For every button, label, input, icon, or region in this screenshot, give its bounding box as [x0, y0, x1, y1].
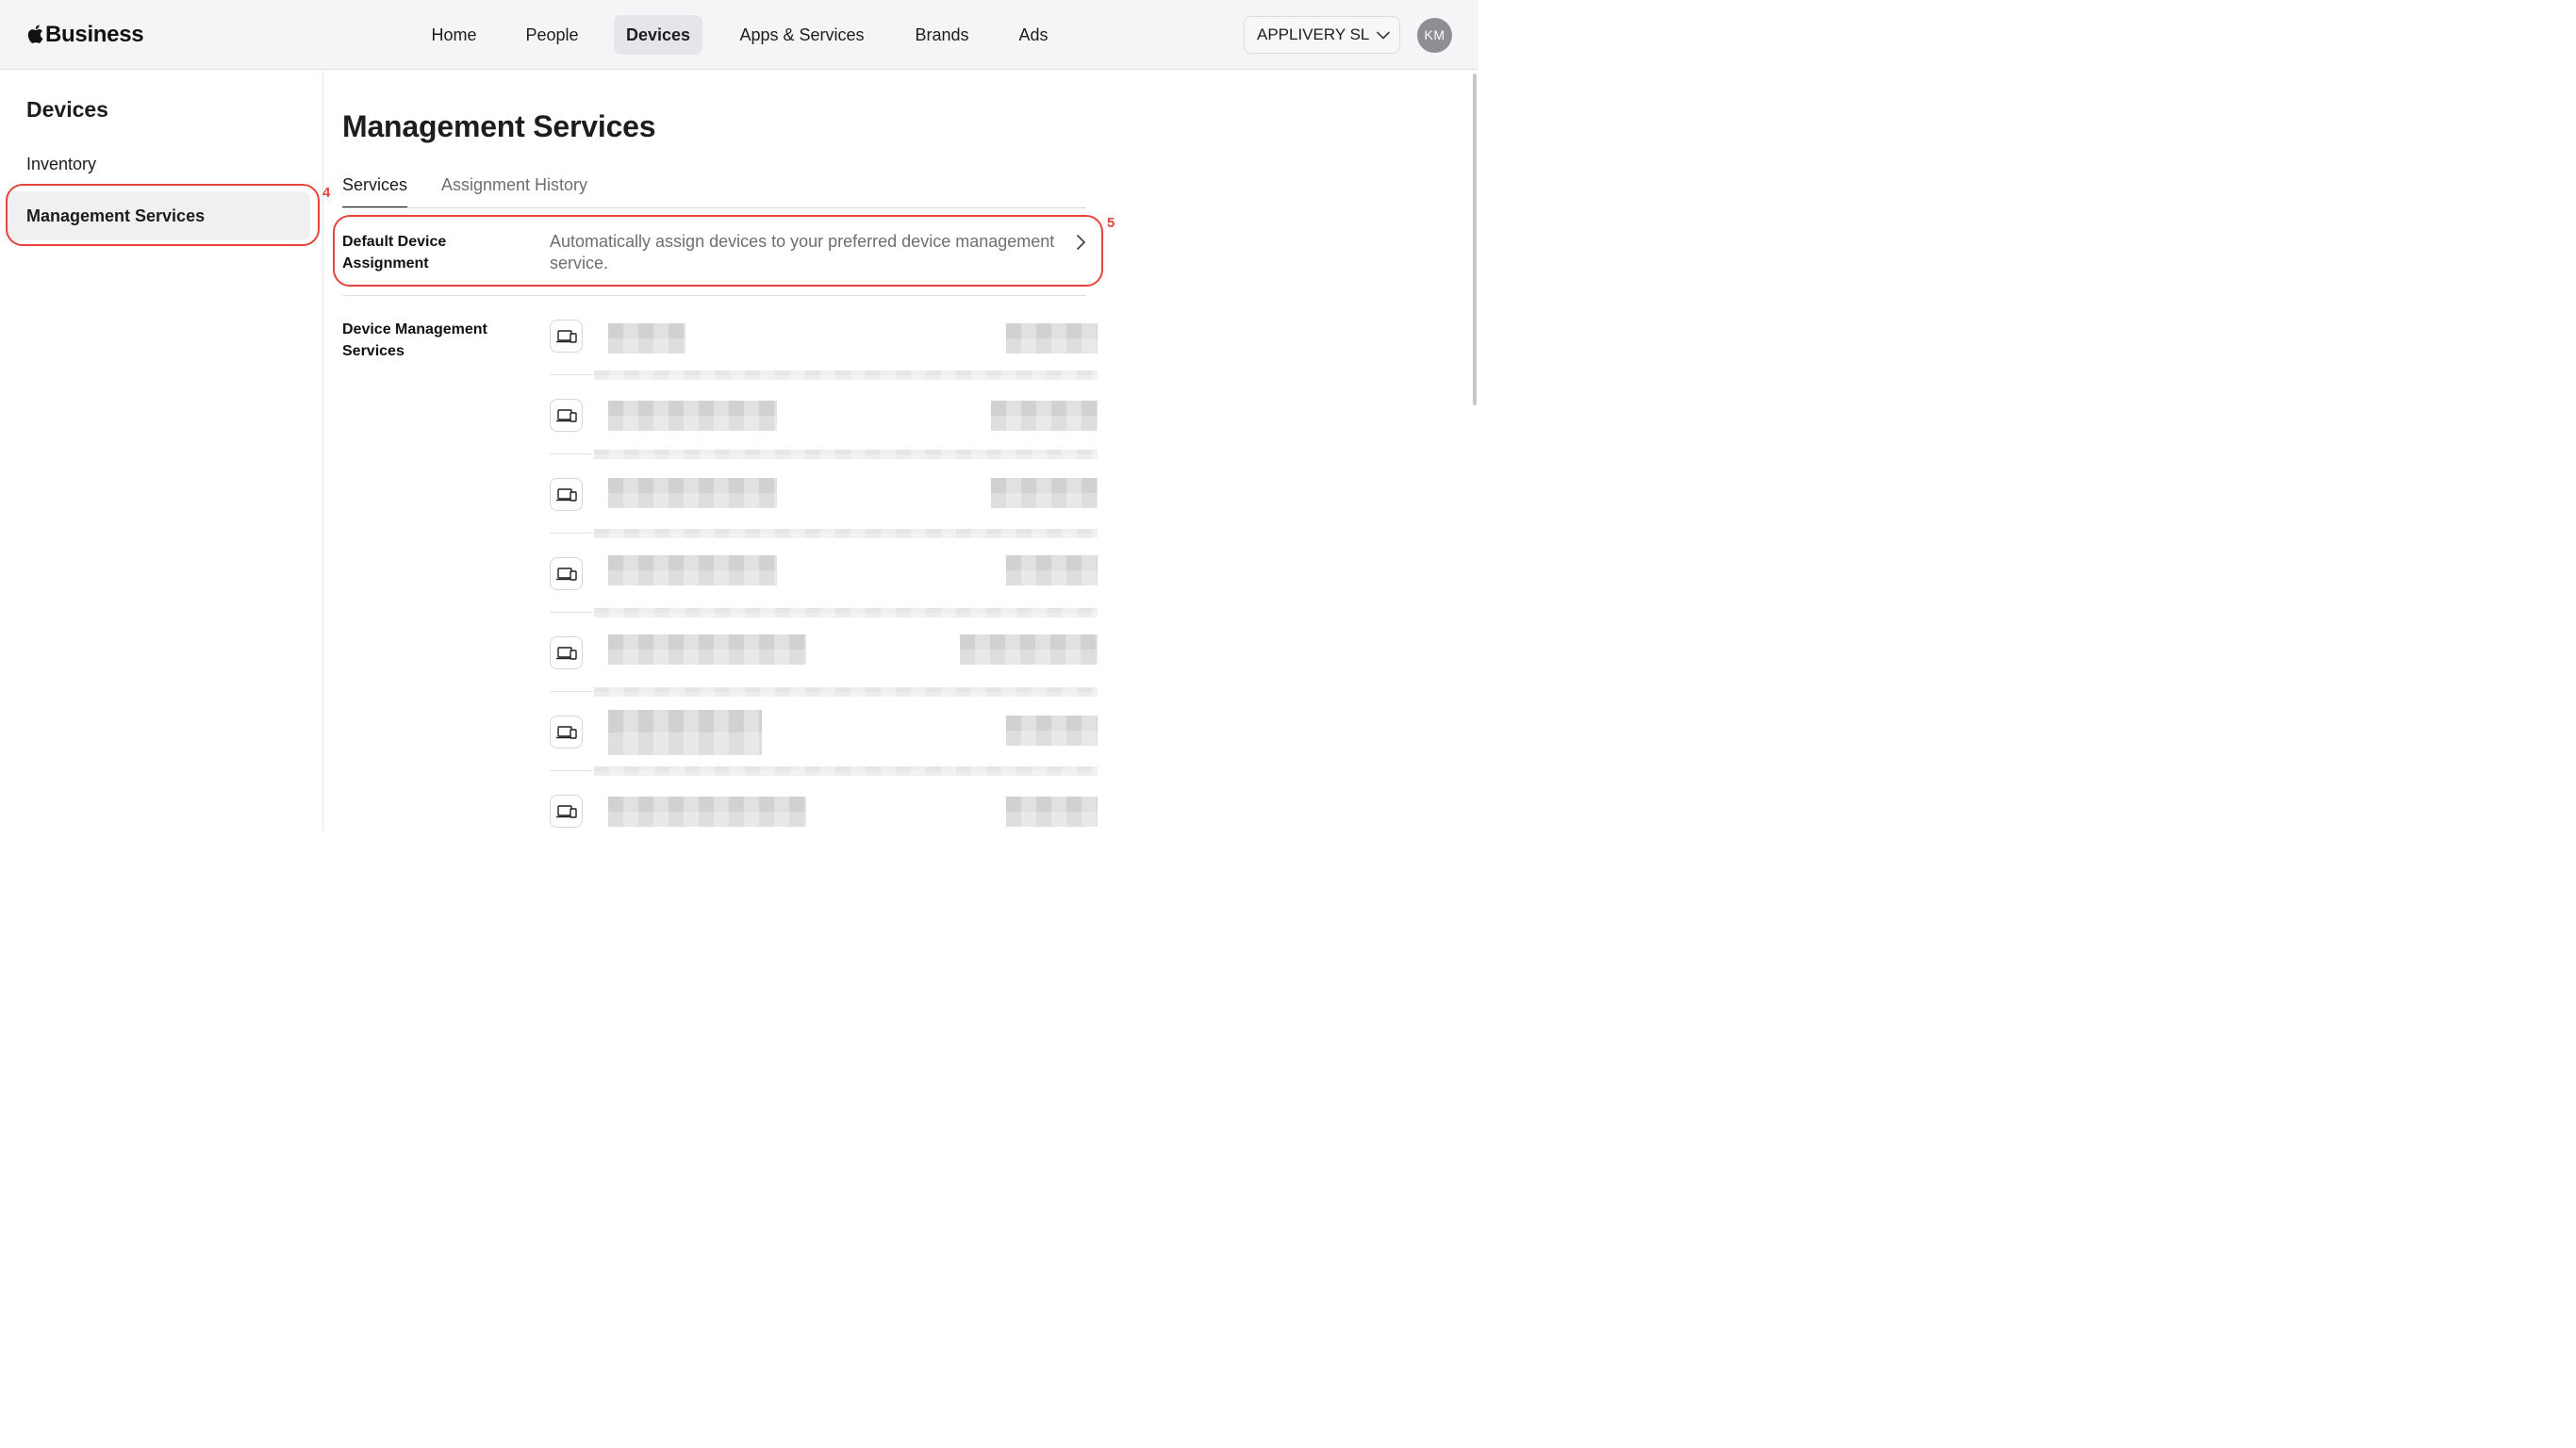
nav-people[interactable]: People — [513, 15, 591, 55]
default-device-assignment-description: Automatically assign devices to your pre… — [550, 232, 1055, 272]
vertical-scrollbar[interactable] — [1473, 74, 1477, 405]
annotation-number-5: 5 — [1107, 215, 1115, 231]
list-divider — [550, 453, 593, 454]
devices-icon — [550, 716, 583, 749]
default-device-assignment-label: Default Device Assignment — [342, 234, 447, 272]
list-divider — [550, 770, 593, 771]
list-divider — [550, 374, 593, 375]
chevron-right-icon[interactable] — [1075, 234, 1086, 251]
redacted-service-name — [608, 478, 777, 508]
list-divider — [550, 533, 593, 534]
redacted-service-detail — [991, 401, 1098, 431]
nav-home[interactable]: Home — [418, 15, 490, 55]
devices-icon — [550, 557, 583, 590]
devices-icon — [550, 399, 583, 432]
redacted-divider-text — [594, 687, 1098, 697]
devices-icon — [550, 636, 583, 669]
redacted-service-detail — [1006, 716, 1098, 746]
redacted-divider-text — [594, 370, 1098, 380]
chevron-down-icon — [1377, 31, 1391, 39]
redacted-divider-text — [594, 608, 1098, 617]
list-divider — [550, 691, 593, 692]
devices-icon — [550, 795, 583, 828]
nav-ads[interactable]: Ads — [1005, 15, 1062, 55]
redacted-service-detail — [991, 478, 1098, 508]
devices-icon — [550, 320, 583, 353]
tab-services[interactable]: Services — [342, 175, 408, 208]
nav-devices[interactable]: Devices — [614, 15, 702, 55]
user-avatar[interactable]: KM — [1417, 18, 1452, 53]
redacted-divider-text — [594, 450, 1098, 459]
redacted-divider-text — [594, 766, 1098, 776]
redacted-service-detail — [1006, 323, 1098, 354]
redacted-service-name — [608, 323, 685, 354]
redacted-service-name — [608, 555, 777, 585]
sidebar-item-inventory[interactable]: Inventory — [8, 140, 310, 189]
sidebar-item-management-services[interactable]: Management Services — [8, 191, 310, 240]
redacted-divider-text — [594, 529, 1098, 538]
redacted-service-detail — [1006, 555, 1098, 585]
device-management-services-label: Device Management Services — [342, 321, 487, 359]
list-divider — [550, 612, 593, 613]
annotation-number-4: 4 — [322, 185, 331, 201]
redacted-service-detail — [960, 634, 1098, 665]
redacted-service-detail — [1006, 797, 1098, 827]
page-title: Management Services — [342, 109, 656, 143]
organization-switcher[interactable]: APPLIVERY SL — [1244, 16, 1400, 54]
redacted-service-name — [608, 710, 762, 755]
sidebar: Devices Inventory Management Services — [0, 70, 323, 831]
organization-name: APPLIVERY SL — [1257, 25, 1370, 43]
redacted-service-name — [608, 634, 806, 665]
tab-divider — [342, 207, 1086, 208]
tab-assignment-history[interactable]: Assignment History — [441, 175, 587, 207]
section-divider — [342, 295, 1086, 296]
sidebar-title: Devices — [26, 97, 108, 122]
nav-apps-services[interactable]: Apps & Services — [725, 15, 879, 55]
redacted-service-name — [608, 797, 806, 827]
top-navigation-bar: Business Home People Devices Apps & Serv… — [0, 0, 1478, 70]
devices-icon — [550, 478, 583, 511]
redacted-service-name — [608, 401, 777, 431]
nav-brands[interactable]: Brands — [901, 15, 983, 55]
